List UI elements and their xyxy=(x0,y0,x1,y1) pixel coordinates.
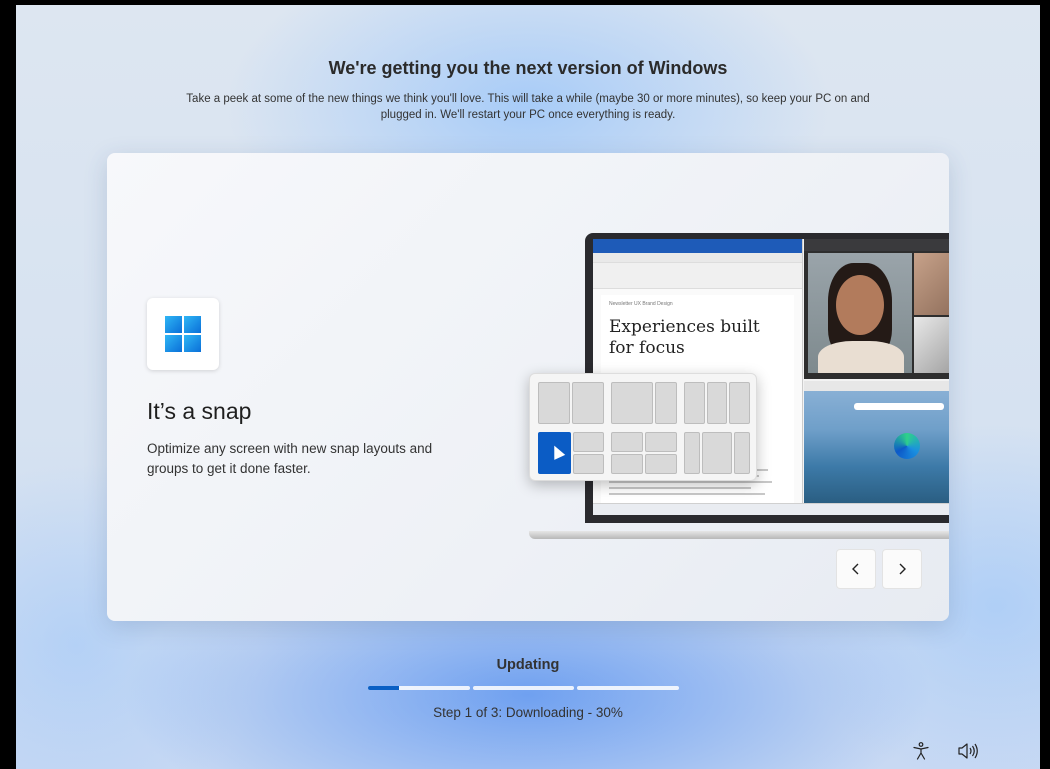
feature-title: It’s a snap xyxy=(147,398,252,424)
next-button[interactable] xyxy=(882,549,922,589)
participant-image xyxy=(914,253,949,315)
participant-image xyxy=(808,253,912,373)
chevron-left-icon xyxy=(852,563,859,575)
feature-icon-tile xyxy=(147,298,219,370)
chevron-right-icon xyxy=(899,563,906,575)
doc-title: Experiences built for focus xyxy=(609,317,760,358)
progress-bar xyxy=(368,686,680,690)
feature-card: It’s a snap Optimize any screen with new… xyxy=(107,153,949,621)
laptop-base xyxy=(529,531,949,539)
previous-button[interactable] xyxy=(836,549,876,589)
edge-logo-icon xyxy=(894,433,920,459)
step-text: Step 1 of 3: Downloading - 30% xyxy=(433,705,623,720)
doc-header: Newsletter UX Brand Design xyxy=(609,301,673,307)
snap-layouts-flyout xyxy=(529,373,757,481)
volume-icon xyxy=(958,743,978,759)
progress-segment xyxy=(472,686,575,690)
accessibility-icon xyxy=(913,742,929,760)
snap-zone-selected xyxy=(538,432,571,474)
setup-screen: We're getting you the next version of Wi… xyxy=(16,5,1040,769)
browser-illustration xyxy=(804,381,949,503)
progress-segment xyxy=(577,686,680,690)
progress-segment xyxy=(368,686,470,690)
feature-description: Optimize any screen with new snap layout… xyxy=(147,441,433,476)
page-title: We're getting you the next version of Wi… xyxy=(328,58,728,78)
cursor-icon xyxy=(548,443,566,460)
volume-button[interactable] xyxy=(956,739,980,763)
page-subtitle: Take a peek at some of the new things we… xyxy=(186,93,870,121)
video-call-illustration xyxy=(804,239,949,379)
status-text: Updating xyxy=(496,657,560,673)
participant-image xyxy=(914,317,949,373)
accessibility-button[interactable] xyxy=(909,739,933,763)
taskbar-illustration xyxy=(593,503,949,515)
windows-logo-icon xyxy=(165,316,201,352)
